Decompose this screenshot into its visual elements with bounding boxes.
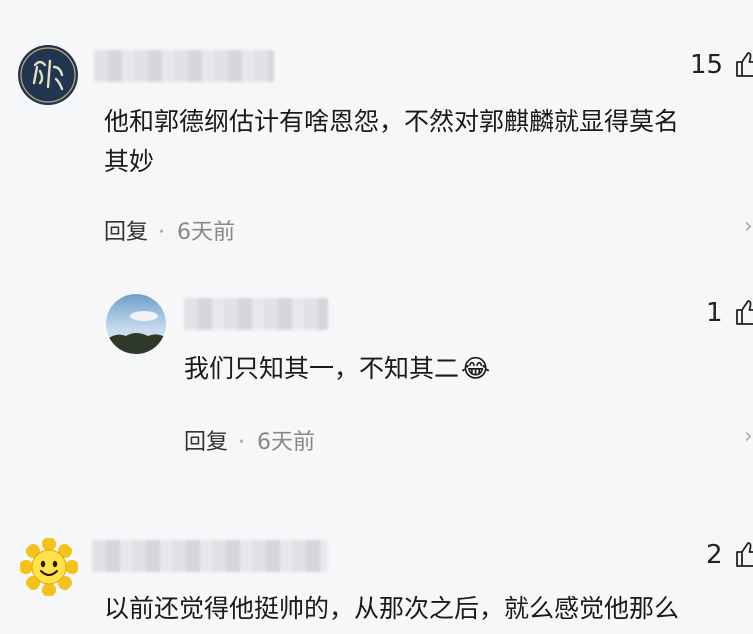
thumbs-up-icon[interactable] bbox=[734, 50, 753, 82]
like-count: 15 bbox=[690, 50, 724, 80]
comment-text-line: 以前还觉得他挺帅的，从那次之后，就么感觉他那么 bbox=[104, 594, 680, 623]
reply-button[interactable]: 回复 bbox=[184, 430, 228, 455]
chevron-right-icon[interactable]: › bbox=[744, 424, 753, 449]
separator-dot: · bbox=[158, 220, 166, 245]
comment-text-line: 我们只知其一，不知其二😂 bbox=[184, 344, 490, 394]
avatar[interactable] bbox=[18, 45, 78, 105]
avatar[interactable] bbox=[20, 538, 78, 596]
thumbs-up-icon[interactable] bbox=[734, 298, 753, 330]
username-blurred[interactable] bbox=[92, 540, 328, 572]
like-count: 1 bbox=[706, 298, 723, 328]
comment-meta: 回复 · 6天前 bbox=[104, 214, 235, 246]
thumbs-up-icon[interactable] bbox=[734, 540, 753, 572]
timestamp: 6天前 bbox=[177, 220, 236, 245]
laughing-emoji-icon: 😂 bbox=[461, 354, 491, 383]
avatar[interactable] bbox=[106, 294, 166, 354]
username-blurred[interactable] bbox=[94, 50, 274, 82]
comment-meta: 回复 · 6天前 bbox=[184, 424, 315, 456]
chevron-right-icon[interactable]: › bbox=[744, 214, 753, 239]
separator-dot: · bbox=[238, 430, 246, 455]
comment-text-line: 其妙 bbox=[104, 147, 155, 176]
username-blurred[interactable] bbox=[184, 298, 328, 330]
comment-text-line: 他和郭德纲估计有啥恩怨，不然对郭麒麟就显得莫名 bbox=[104, 107, 680, 136]
reply-button[interactable]: 回复 bbox=[104, 220, 148, 245]
like-count: 2 bbox=[706, 540, 723, 570]
comment-text: 我们只知其一，不知其二 bbox=[184, 354, 460, 383]
timestamp: 6天前 bbox=[257, 430, 316, 455]
